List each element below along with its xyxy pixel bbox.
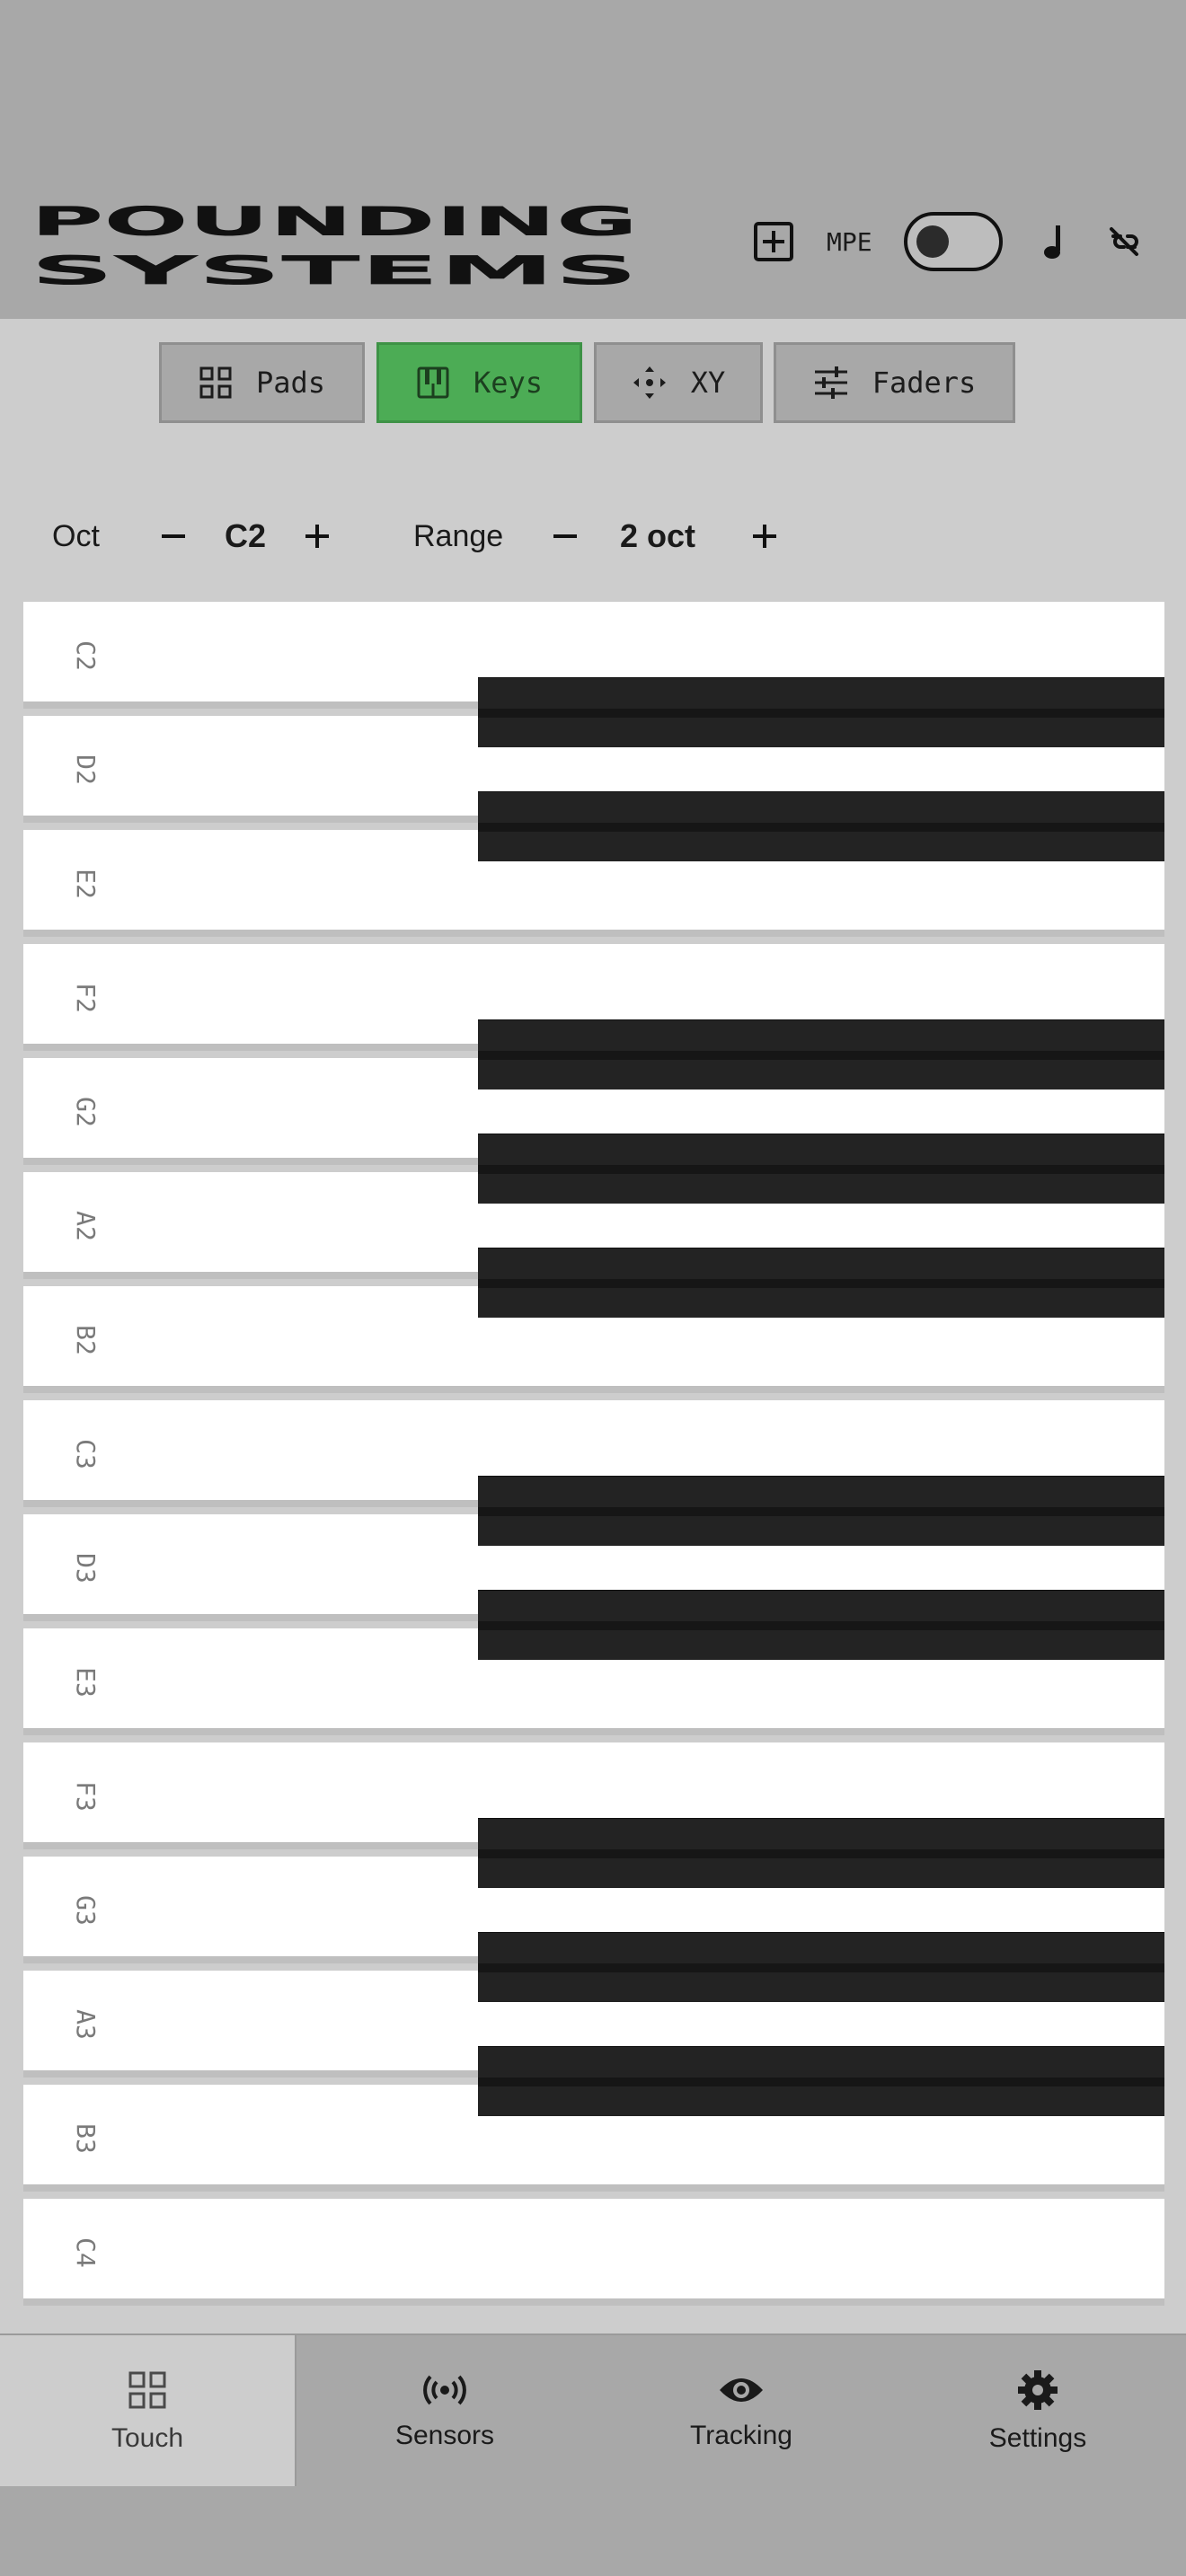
app-header: POUNDING SYSTEMS MPE [0, 189, 1186, 319]
grid-icon [199, 366, 232, 399]
black-key[interactable] [478, 1134, 1164, 1204]
plus-icon [305, 525, 329, 548]
mpe-label: MPE [827, 227, 872, 257]
black-key-divider [478, 1849, 1164, 1858]
plus-icon [753, 525, 776, 548]
music-note-icon[interactable] [1033, 221, 1075, 262]
minus-icon [162, 534, 185, 538]
key-label: B3 [71, 2123, 102, 2154]
mode-keys-button[interactable]: Keys [376, 342, 582, 423]
black-key-divider [478, 823, 1164, 832]
mode-selector: Pads Keys XY Faders [0, 319, 1186, 451]
svg-text:SYSTEMS: SYSTEMS [31, 248, 638, 287]
key-label: C4 [71, 2237, 102, 2268]
sliders-icon [814, 366, 847, 399]
brand-logo: POUNDING SYSTEMS [31, 205, 642, 287]
home-indicator-area [0, 2486, 1186, 2576]
black-key[interactable] [478, 677, 1164, 747]
mode-faders-label: Faders [872, 366, 977, 400]
tab-settings-label: Settings [988, 2423, 1087, 2453]
key-label: C2 [71, 640, 102, 671]
grid-icon [128, 2371, 166, 2409]
black-key-divider [478, 2078, 1164, 2086]
tab-settings[interactable]: Settings [890, 2335, 1186, 2488]
key-label: G3 [71, 1895, 102, 1926]
octave-range-controls: Oct C2 Range 2 oct [0, 451, 1186, 602]
black-key[interactable] [478, 2046, 1164, 2116]
mode-pads-label: Pads [255, 366, 326, 400]
svg-text:POUNDING: POUNDING [31, 205, 638, 245]
black-key[interactable] [478, 1248, 1164, 1318]
key-label: C3 [71, 1439, 102, 1469]
black-key-divider [478, 1507, 1164, 1516]
add-box-icon[interactable] [751, 219, 796, 264]
sensors-icon [423, 2375, 466, 2405]
key-label: B2 [71, 1325, 102, 1355]
black-key[interactable] [478, 1932, 1164, 2002]
mpe-toggle[interactable] [904, 212, 1003, 271]
tab-touch[interactable]: Touch [0, 2335, 296, 2488]
minus-icon [553, 534, 577, 538]
black-key-divider [478, 709, 1164, 718]
oct-increment-button[interactable] [295, 514, 340, 559]
key-label: F3 [71, 1781, 102, 1812]
key-label: E3 [71, 1667, 102, 1698]
mode-xy-label: XY [690, 366, 726, 400]
eye-icon [720, 2378, 763, 2402]
oct-value: C2 [225, 517, 267, 554]
key-label: A2 [71, 1211, 102, 1241]
piano-keyboard: C2 D2 E2 F2 G2 A2 B2 C3 D3 E3 F3 G3 A3 B3 C4 [0, 602, 1186, 2333]
black-key[interactable] [478, 1590, 1164, 1660]
mode-faders-button[interactable]: Faders [774, 342, 1015, 423]
black-key[interactable] [478, 1818, 1164, 1888]
black-key-divider [478, 1279, 1164, 1288]
black-key-divider [478, 1621, 1164, 1630]
gear-icon [1018, 2370, 1058, 2410]
white-key[interactable]: C4 [23, 2199, 1164, 2306]
range-value: 2 oct [620, 517, 696, 554]
range-increment-button[interactable] [742, 514, 787, 559]
range-label: Range [413, 519, 504, 553]
black-key[interactable] [478, 1476, 1164, 1546]
key-label: A3 [71, 2009, 102, 2040]
unlink-icon[interactable] [1102, 221, 1146, 262]
key-label: G2 [71, 1097, 102, 1127]
piano-icon [417, 366, 449, 399]
tab-sensors[interactable]: Sensors [296, 2335, 593, 2488]
tab-tracking-label: Tracking [690, 2421, 792, 2450]
black-key-divider [478, 1051, 1164, 1060]
oct-decrement-button[interactable] [151, 514, 196, 559]
key-label: D2 [71, 754, 102, 785]
key-label: D3 [71, 1553, 102, 1584]
black-key-divider [478, 1165, 1164, 1174]
tab-touch-label: Touch [111, 2423, 184, 2453]
black-key[interactable] [478, 791, 1164, 861]
oct-label: Oct [52, 519, 100, 553]
black-key-divider [478, 1963, 1164, 1972]
mode-keys-label: Keys [473, 366, 544, 400]
move-arrows-icon [633, 366, 666, 399]
status-area [0, 0, 1186, 189]
bottom-tab-bar: Touch Sensors Tracking Settings [0, 2333, 1186, 2488]
range-decrement-button[interactable] [543, 514, 588, 559]
mode-xy-button[interactable]: XY [594, 342, 763, 423]
tab-sensors-label: Sensors [394, 2421, 495, 2450]
tab-tracking[interactable]: Tracking [593, 2335, 890, 2488]
key-label: F2 [71, 983, 102, 1013]
black-key[interactable] [478, 1019, 1164, 1090]
toggle-knob [916, 225, 949, 258]
mode-pads-button[interactable]: Pads [159, 342, 365, 423]
key-label: E2 [71, 869, 102, 899]
